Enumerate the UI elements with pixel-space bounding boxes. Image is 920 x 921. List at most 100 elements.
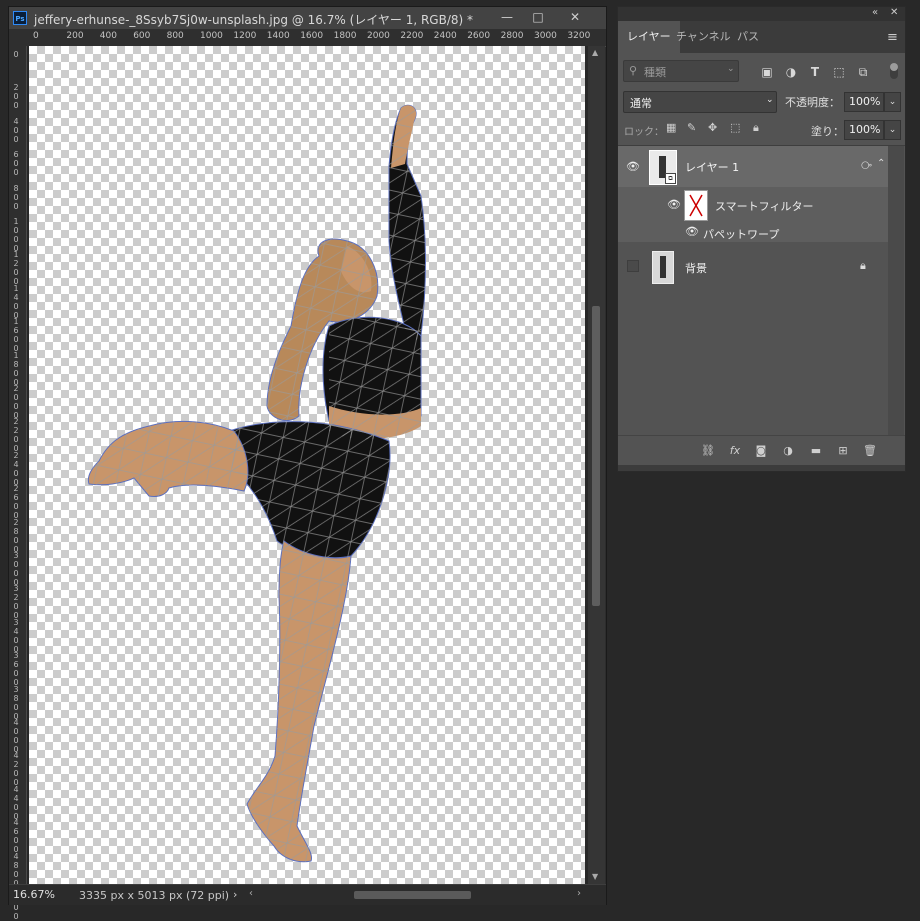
layer-row-background[interactable]: 背景 🔒︎ [618,246,888,288]
shape-filter-icon[interactable]: ⬚ [832,65,846,79]
document-title: jeffery-erhunse-_8Ssyb7Sj0w-unsplash.jpg… [34,13,474,27]
lock-paint-icon[interactable]: ✎ [687,121,696,134]
search-icon: ⚲ [629,64,638,77]
vertical-scrollbar[interactable]: ▲ ▼ [588,46,605,884]
ruler-left-tick: 1 8 0 0 [13,350,19,387]
filter-toggle[interactable] [890,63,898,79]
ruler-top-tick: 2600 [467,31,491,41]
restore-button[interactable]: □ [525,9,551,25]
layer-name[interactable]: 背景 [685,260,707,276]
vertical-ruler[interactable]: 0 2 0 0 4 0 0 6 0 0 8 0 0 1 0 0 01 2 0 01 4 0… [9,46,27,921]
trash-icon[interactable]: 🗑︎ [862,444,878,458]
document-title-bar[interactable]: Ps jeffery-erhunse-_8Ssyb7Sj0w-unsplash.… [9,7,606,29]
smart-object-icon: ⧉ [665,173,676,184]
new-layer-icon[interactable]: ⊞ [835,444,851,458]
opacity-input[interactable]: 100% [844,92,884,112]
horizontal-scrollbar[interactable]: ‹ › [249,888,589,902]
adjustment-layer-icon[interactable]: ◑ [780,444,796,458]
scroll-up-icon[interactable]: ▲ [592,48,598,57]
expand-collapse-icon[interactable]: ⌃ [877,158,885,169]
smart-object-filter-icon[interactable]: ⧉ [856,65,870,79]
puppet-warp-name[interactable]: パペットワープ [703,226,779,242]
layer-name[interactable]: レイヤー 1 [685,159,739,175]
close-panel-icon[interactable]: ✕ [890,7,898,18]
layer-row-layer1[interactable]: 👁︎ ⧉ レイヤー 1 ⧂ ⌃ [618,146,888,187]
ruler-left-tick: 3 2 0 0 [13,584,19,621]
zoom-level[interactable]: 16.67% [13,888,59,902]
lock-artboard-icon[interactable]: ⬚ [730,121,740,134]
ruler-left-tick: 2 8 0 0 [13,517,19,554]
ruler-left-tick: 1 2 0 0 [13,250,19,287]
opacity-dropdown-icon[interactable]: ⌄ [884,92,901,112]
transparent-canvas[interactable] [29,46,585,884]
smart-filter-name[interactable]: スマートフィルター [715,198,813,214]
ruler-top-tick: 200 [66,31,84,41]
layers-panel: « ✕ レイヤー チャンネル パス ≡ ⚲ 種類 ⌄ ▣ ◑ T ⬚ ⧉ 通常 … [617,6,906,472]
tab-paths[interactable]: パス [728,21,768,53]
lock-position-icon[interactable]: ✥ [708,121,717,134]
opacity-label: 不透明度： [785,96,840,109]
eye-icon[interactable]: 👁︎ [685,225,699,238]
layer-filter-select[interactable]: ⚲ 種類 ⌄ [623,60,739,82]
horizontal-ruler[interactable]: 0 200 400 600 800 1000 1200 1400 1600 1800 2000 220… [9,29,606,47]
new-group-icon[interactable]: ▬ [808,444,824,458]
blend-mode-value: 通常 [630,97,652,110]
layer-thumbnail: ⧉ [649,150,677,185]
smart-filter-indicator-icon[interactable]: ⧂ [861,159,872,173]
ruler-top-tick: 1800 [333,31,357,41]
eye-icon[interactable]: 👁︎ [626,160,640,173]
panel-resize-handle[interactable] [618,465,905,471]
ruler-left-tick: 3 8 0 0 [13,684,19,721]
lock-all-icon[interactable]: 🔒︎ [753,121,759,135]
collapse-panel-icon[interactable]: « [872,7,878,18]
vertical-scroll-thumb[interactable] [592,306,600,606]
ruler-top-tick: 2400 [433,31,457,41]
ruler-top-tick: 3200 [567,31,591,41]
adjustment-filter-icon[interactable]: ◑ [784,65,798,79]
fill-input[interactable]: 100% [844,120,884,140]
ruler-left-tick: 2 2 0 0 [13,417,19,454]
horizontal-scroll-thumb[interactable] [354,891,471,899]
add-mask-icon[interactable]: ◙ [753,444,769,458]
chevron-down-icon: ⌄ [727,64,735,74]
type-filter-icon[interactable]: T [808,65,822,79]
filter-row: ⚲ 種類 ⌄ ▣ ◑ T ⬚ ⧉ [618,53,905,91]
ruler-left-tick: 3 6 0 0 [13,651,19,688]
smart-filter-row[interactable]: 👁︎ スマートフィルター 👁︎ パペットワープ [618,187,888,242]
background-thumbnail [652,251,674,284]
lock-transparency-icon[interactable]: ▦ [666,121,676,134]
ruler-left-tick: 3 4 0 0 [13,617,19,654]
ruler-top-tick: 2000 [367,31,390,41]
puppet-warp-mesh [88,105,426,862]
visibility-toggle-off[interactable] [627,260,639,272]
fx-icon[interactable]: fx [727,444,743,458]
ruler-left-tick: 1 6 0 0 [13,317,19,354]
pixel-filter-icon[interactable]: ▣ [760,65,774,79]
panel-header[interactable]: « ✕ [618,7,905,21]
scroll-right-icon[interactable]: › [577,888,581,899]
ruler-left-tick: 4 6 0 0 [13,818,19,855]
ruler-top-tick: 1200 [233,31,257,41]
filter-mask-thumbnail [684,190,708,221]
fill-dropdown-icon[interactable]: ⌄ [884,120,901,140]
minimize-button[interactable]: — [494,9,520,25]
ruler-left-tick: 6 0 0 [13,150,19,178]
ruler-left-tick: 8 0 0 [13,183,19,211]
close-button[interactable]: ✕ [562,9,588,25]
blend-mode-select[interactable]: 通常 ⌄ [623,91,777,113]
ruler-left-tick: 2 6 0 0 [13,484,19,521]
ruler-top-tick: 800 [166,31,184,41]
scroll-left-icon[interactable]: ‹ [249,888,253,899]
eye-icon[interactable]: 👁︎ [667,198,681,211]
layers-scrollbar[interactable] [888,146,904,436]
panel-menu-icon[interactable]: ≡ [887,30,898,45]
ruler-left-tick: 4 8 0 0 [13,851,19,888]
canvas-area[interactable] [27,46,588,884]
link-layers-icon[interactable]: ⛓ [700,444,716,458]
scroll-down-icon[interactable]: ▼ [592,872,598,881]
chevron-down-icon: ⌄ [766,95,774,105]
lock-icon: 🔒︎ [860,259,866,272]
ruler-top-tick: 2200 [400,31,424,41]
status-menu-chevron-icon[interactable]: › [233,888,237,901]
panel-tabs: レイヤー チャンネル パス ≡ [618,21,905,53]
